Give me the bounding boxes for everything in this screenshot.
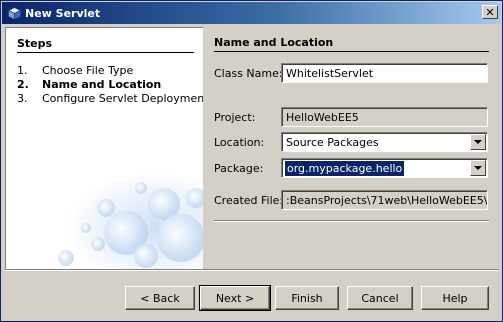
package-value[interactable]: org.mypackage.hello [285,161,405,176]
steps-title: Steps [17,37,53,50]
chevron-down-icon [474,140,482,144]
step-label: Name and Location [42,78,162,91]
class-name-label: Class Name: [214,67,283,80]
next-button[interactable]: Next > [199,285,271,311]
finish-button[interactable]: Finish [275,286,339,310]
panel-title: Name and Location [214,36,334,49]
close-button[interactable]: ✕ [482,5,498,19]
class-name-field[interactable]: WhitelistServlet [281,63,488,83]
project-field: HelloWebEE5 [281,107,488,127]
step-item-choose-file-type: 1. Choose File Type [17,64,133,77]
chevron-down-icon [474,166,482,170]
title-bar[interactable]: New Servlet ✕ [2,2,501,24]
package-combo[interactable]: org.mypackage.hello [281,158,488,178]
location-combo[interactable]: Source Packages [281,132,488,152]
location-value: Source Packages [286,136,379,149]
close-icon: ✕ [485,5,495,19]
help-button[interactable]: Help [421,286,489,310]
step-item-configure-servlet-deployment: 3. Configure Servlet Deployment [17,92,203,105]
new-servlet-dialog: New Servlet ✕ Steps 1. Choose File Type … [0,0,503,322]
step-number: 1. [17,64,28,77]
step-label: Configure Servlet Deployment [42,92,203,105]
location-label: Location: [214,136,265,149]
button-bar-separator [5,269,499,271]
netbeans-cube-icon [7,6,21,20]
location-dropdown-button[interactable] [470,134,486,150]
project-label: Project: [214,111,256,124]
back-button[interactable]: < Back [125,286,195,310]
package-dropdown-button[interactable] [470,160,486,176]
created-file-label: Created File: [214,194,284,207]
step-label: Choose File Type [42,64,134,77]
step-number: 3. [17,92,28,105]
package-label: Package: [214,162,264,175]
steps-divider [17,52,194,53]
panel-bottom-divider [214,220,489,222]
created-file-field: :BeansProjects\71web\HelloWebEE5\src\ja [281,190,488,210]
window-title: New Servlet [25,6,101,20]
steps-panel: Steps 1. Choose File Type 2. Name and Loca… [5,27,203,269]
panel-title-divider [214,51,489,52]
step-number: 2. [17,78,29,91]
cancel-button[interactable]: Cancel [347,286,413,310]
step-item-name-and-location: 2. Name and Location [17,78,161,91]
